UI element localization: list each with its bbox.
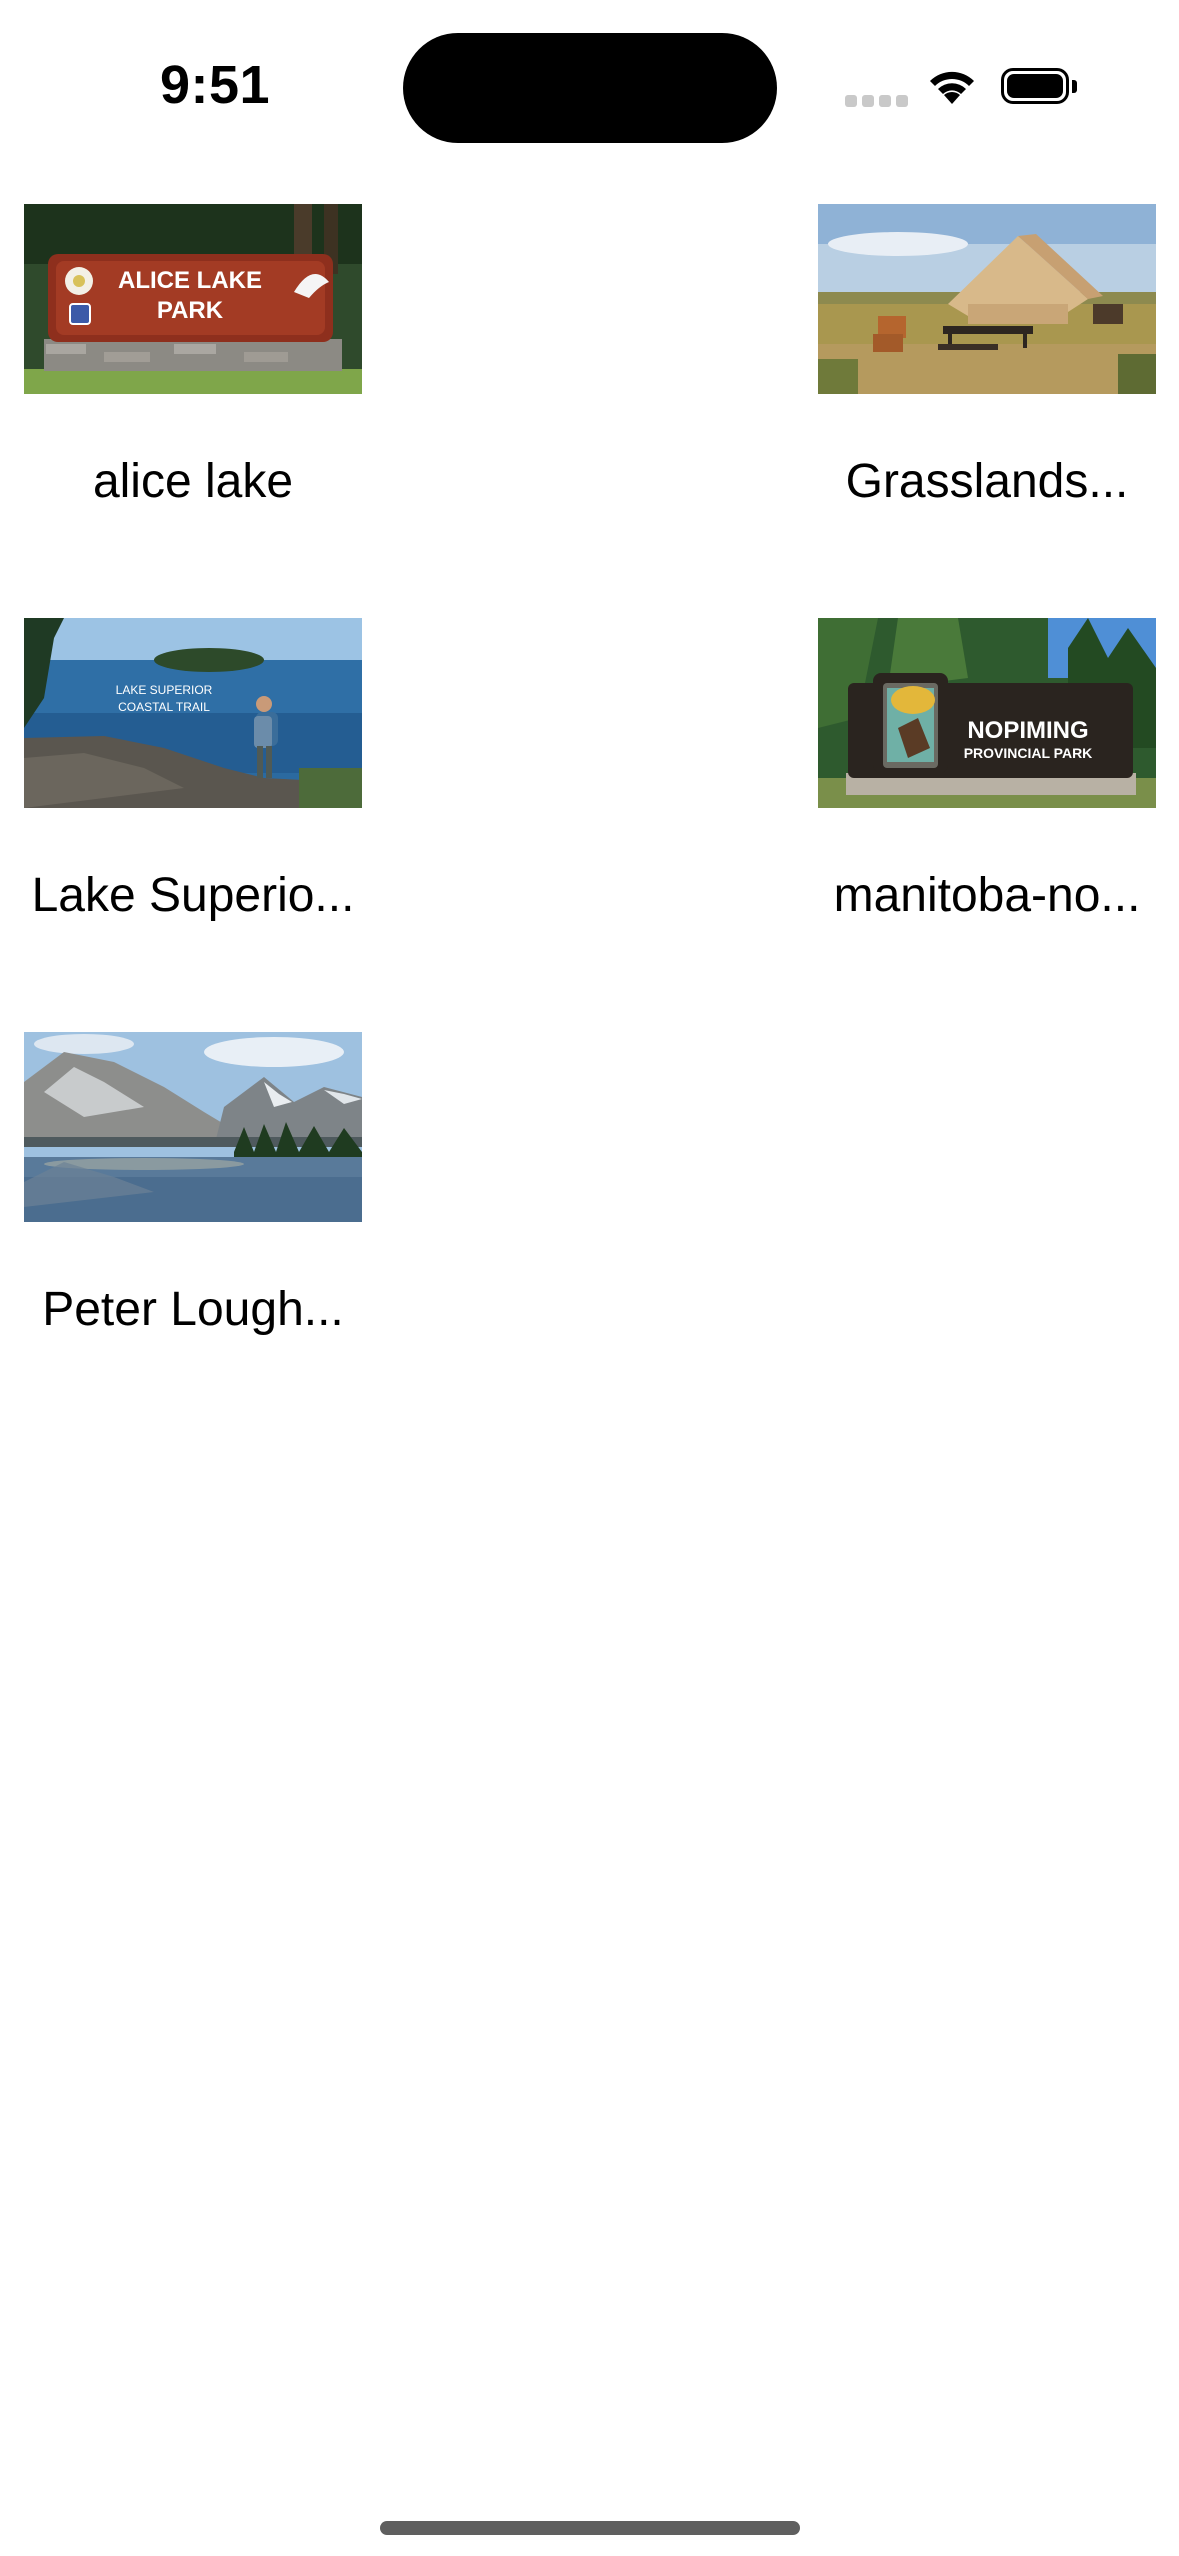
park-thumbnail: ALICE LAKE PARK [24,204,362,394]
svg-text:PARK: PARK [157,297,224,324]
park-name: alice lake [92,455,294,508]
park-thumbnail: LAKE SUPERIOR COASTAL TRAIL [24,618,362,808]
park-name: Peter Lough... [42,1283,344,1336]
park-tile-alice-lake[interactable]: ALICE LAKE PARK alice lake [24,204,362,510]
svg-text:COASTAL TRAIL: COASTAL TRAIL [118,700,210,714]
park-name: manitoba-no... [833,869,1141,922]
park-name: Grasslands... [845,455,1129,508]
dynamic-island [403,33,777,143]
park-thumbnail [24,1032,362,1222]
park-thumbnail: NOPIMING PROVINCIAL PARK [818,618,1156,808]
svg-text:LAKE SUPERIOR: LAKE SUPERIOR [116,683,213,697]
park-tile-peter-lougheed[interactable]: Peter Lough... [24,1032,362,1338]
home-indicator[interactable] [380,2521,800,2535]
cellular-signal-icon [845,95,908,109]
park-name: Lake Superio... [31,869,355,922]
svg-text:PROVINCIAL PARK: PROVINCIAL PARK [964,745,1093,761]
park-thumbnail [818,204,1156,394]
status-time: 9:51 [160,55,271,115]
park-tile-manitoba-nopiming[interactable]: NOPIMING PROVINCIAL PARK manitoba-no... [818,618,1156,924]
status-bar: 9:51 [0,0,1179,170]
sign-text: ALICE LAKE [118,267,262,294]
park-tile-grasslands[interactable]: Grasslands... [818,204,1156,510]
svg-text:NOPIMING: NOPIMING [967,717,1088,744]
wifi-icon [926,66,978,106]
battery-icon [1001,68,1079,108]
park-tile-lake-superior[interactable]: LAKE SUPERIOR COASTAL TRAIL Lake Superio… [24,618,362,924]
